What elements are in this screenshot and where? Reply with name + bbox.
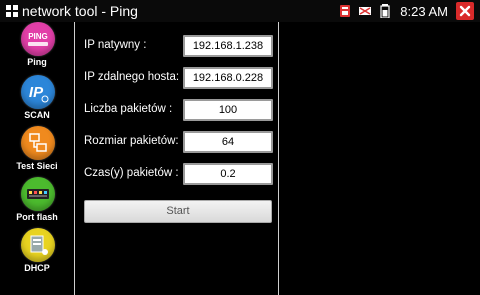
- panel-divider: [278, 22, 279, 295]
- sidebar-item-port-flash[interactable]: Port flash: [0, 177, 74, 227]
- sidebar-item-dhcp[interactable]: DHCP: [0, 228, 74, 278]
- field-packet-count: Liczba pakietów : 100: [84, 99, 274, 121]
- packet-count-input[interactable]: 100: [183, 99, 273, 121]
- battery-icon: [380, 4, 390, 18]
- close-icon: [459, 5, 471, 17]
- port-flash-icon: [21, 177, 55, 211]
- packet-time-input[interactable]: 0.2: [183, 163, 273, 185]
- sidebar-item-label: Ping: [27, 57, 47, 67]
- ping-icon: PING: [21, 22, 55, 56]
- field-label: IP natywny :: [84, 39, 147, 51]
- dhcp-icon: [21, 228, 55, 262]
- sidebar-divider: [74, 22, 75, 295]
- device-status-icon: [340, 5, 351, 17]
- screen: network tool - Ping 8:23 AM PING Ping IP…: [0, 0, 480, 295]
- network-test-icon: [21, 126, 55, 160]
- sidebar-item-label: DHCP: [24, 263, 50, 273]
- title-bar: network tool - Ping 8:23 AM: [0, 0, 480, 22]
- packet-size-input[interactable]: 64: [183, 131, 273, 153]
- remote-host-input[interactable]: 192.168.0.228: [183, 67, 273, 89]
- sidebar-item-scan[interactable]: IP SCAN: [0, 75, 74, 125]
- sidebar-item-ping[interactable]: PING Ping: [0, 22, 74, 72]
- field-local-ip: IP natywny : 192.168.1.238: [84, 35, 274, 57]
- sidebar-item-label: SCAN: [24, 110, 50, 120]
- usb-status-icon: [359, 7, 372, 15]
- field-packet-size: Rozmiar pakietów: 64: [84, 131, 274, 153]
- start-button[interactable]: Start: [84, 200, 272, 223]
- sidebar-item-label: Test Sieci: [16, 161, 58, 171]
- sidebar-item-test-sieci[interactable]: Test Sieci: [0, 126, 74, 176]
- sidebar-item-label: Port flash: [16, 212, 58, 222]
- clock: 8:23 AM: [400, 3, 448, 19]
- close-button[interactable]: [456, 2, 474, 20]
- field-label: Liczba pakietów :: [84, 103, 173, 115]
- sidebar: PING Ping IP SCAN Test Sieci Port flash …: [0, 22, 74, 295]
- svg-text:PING: PING: [28, 32, 48, 41]
- ip-scan-icon: IP: [21, 75, 55, 109]
- local-ip-input[interactable]: 192.168.1.238: [183, 35, 273, 57]
- field-label: Rozmiar pakietów:: [84, 135, 179, 147]
- app-grid-icon: [6, 5, 18, 17]
- field-label: IP zdalnego hosta:: [84, 71, 180, 83]
- field-remote-host: IP zdalnego hosta: 192.168.0.228: [84, 67, 274, 89]
- status-area: 8:23 AM: [338, 0, 480, 22]
- field-packet-time: Czas(y) pakietów : 0.2: [84, 163, 274, 185]
- field-label: Czas(y) pakietów :: [84, 167, 179, 179]
- window-title: network tool - Ping: [22, 3, 138, 19]
